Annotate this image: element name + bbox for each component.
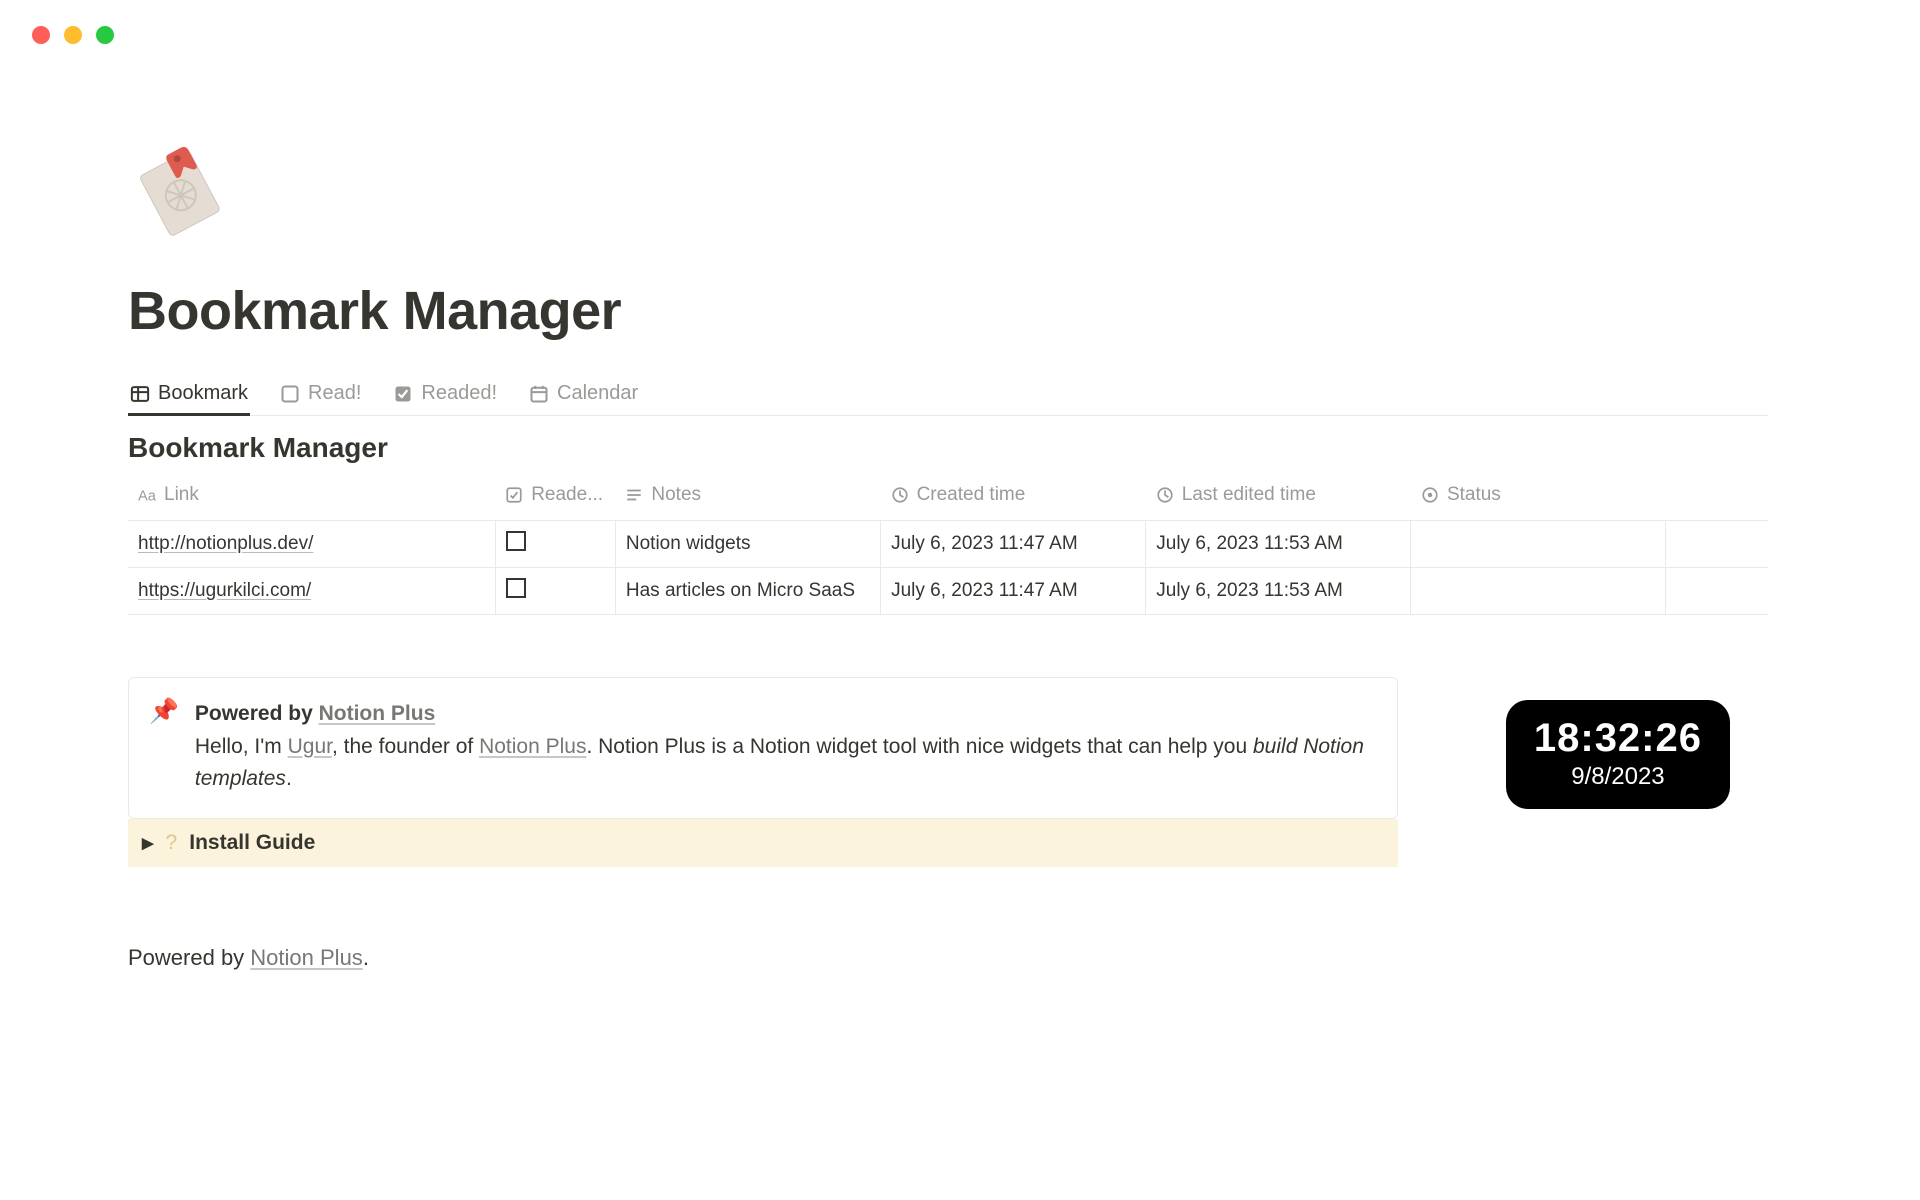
question-icon: ? [166, 831, 178, 855]
row-trailing [1666, 568, 1768, 615]
database-title[interactable]: Bookmark Manager [128, 432, 1768, 464]
title-icon: Aa [138, 486, 156, 504]
row-notes[interactable]: Has articles on Micro SaaS [615, 568, 880, 615]
column-header-status[interactable]: Status [1411, 474, 1666, 521]
footer-credit: Powered by Notion Plus. [128, 945, 1768, 971]
tab-label: Readed! [421, 382, 497, 405]
calendar-icon [529, 384, 549, 404]
callout-text: Powered by Notion Plus Hello, I'm Ugur, … [195, 698, 1377, 796]
table-icon [130, 384, 150, 404]
clock-icon [1156, 486, 1174, 504]
notion-plus-link[interactable]: Notion Plus [319, 702, 436, 725]
row-created: July 6, 2023 11:47 AM [881, 521, 1146, 568]
row-edited: July 6, 2023 11:53 AM [1146, 521, 1411, 568]
row-status[interactable] [1411, 568, 1666, 615]
bookmark-table: Aa Link Reade... [128, 474, 1768, 615]
toggle-label: Install Guide [189, 831, 315, 855]
checkbox-on-icon [393, 384, 413, 404]
tab-read[interactable]: Read! [278, 374, 363, 416]
column-header-notes[interactable]: Notes [615, 474, 880, 521]
column-header-edited[interactable]: Last edited time [1146, 474, 1411, 521]
status-icon [1421, 486, 1439, 504]
clock-date: 9/8/2023 [1534, 763, 1702, 791]
page-title[interactable]: Bookmark Manager [128, 280, 1768, 342]
column-header-created[interactable]: Created time [881, 474, 1146, 521]
readed-checkbox[interactable] [506, 578, 526, 598]
install-guide-toggle[interactable]: ▶ ? Install Guide [128, 819, 1398, 867]
bookmark-tag-icon [128, 140, 228, 240]
tab-label: Calendar [557, 382, 638, 405]
row-link[interactable]: https://ugurkilci.com/ [138, 580, 311, 601]
clock-widget: 18:32:26 9/8/2023 [1506, 700, 1730, 809]
svg-text:Aa: Aa [138, 489, 156, 504]
minimize-window-icon[interactable] [64, 26, 82, 44]
row-status[interactable] [1411, 521, 1666, 568]
notion-plus-link[interactable]: Notion Plus [479, 735, 586, 758]
checkbox-on-icon [505, 486, 523, 504]
pushpin-icon: 📌 [149, 698, 179, 796]
row-edited: July 6, 2023 11:53 AM [1146, 568, 1411, 615]
column-header-link[interactable]: Aa Link [128, 474, 495, 521]
author-link[interactable]: Ugur [288, 735, 332, 758]
row-link[interactable]: http://notionplus.dev/ [138, 533, 313, 554]
view-tabs: Bookmark Read! Readed! [128, 374, 1768, 416]
tab-readed[interactable]: Readed! [391, 374, 499, 416]
clock-time: 18:32:26 [1534, 716, 1702, 761]
toggle-arrow-icon: ▶ [142, 834, 154, 852]
clock-icon [891, 486, 909, 504]
maximize-window-icon[interactable] [96, 26, 114, 44]
row-trailing [1666, 521, 1768, 568]
tab-calendar[interactable]: Calendar [527, 374, 640, 416]
window-controls [32, 26, 114, 44]
column-header-add[interactable] [1666, 474, 1768, 521]
column-header-readed[interactable]: Reade... [495, 474, 615, 521]
page-content: Bookmark Manager Bookmark Read! [128, 140, 1768, 971]
tab-label: Bookmark [158, 382, 248, 405]
lines-icon [625, 486, 643, 504]
table-row[interactable]: http://notionplus.dev/ Notion widgets Ju… [128, 521, 1768, 568]
page-icon[interactable] [128, 140, 228, 240]
row-notes[interactable]: Notion widgets [615, 521, 880, 568]
readed-checkbox[interactable] [506, 531, 526, 551]
close-window-icon[interactable] [32, 26, 50, 44]
checkbox-off-icon [280, 384, 300, 404]
tab-bookmark[interactable]: Bookmark [128, 374, 250, 416]
row-created: July 6, 2023 11:47 AM [881, 568, 1146, 615]
notion-plus-link[interactable]: Notion Plus [250, 945, 363, 970]
table-row[interactable]: https://ugurkilci.com/ Has articles on M… [128, 568, 1768, 615]
tab-label: Read! [308, 382, 361, 405]
powered-by-callout: 📌 Powered by Notion Plus Hello, I'm Ugur… [128, 677, 1398, 819]
